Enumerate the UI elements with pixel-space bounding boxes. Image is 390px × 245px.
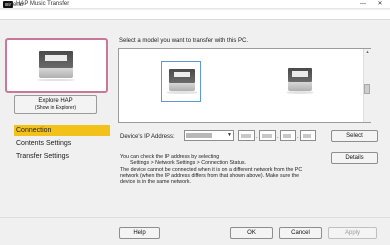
ip-address-label: Device's IP Address: bbox=[120, 134, 175, 140]
description-line-5: device is in the same network. bbox=[120, 179, 191, 185]
device-icon bbox=[167, 69, 197, 94]
instruction-text: Select a model you want to transfer with… bbox=[119, 38, 249, 44]
model-item-selected[interactable] bbox=[161, 61, 201, 102]
chevron-down-icon[interactable]: ▼ bbox=[226, 131, 233, 140]
model-list[interactable] bbox=[118, 48, 371, 123]
ip-octet-1-value bbox=[241, 134, 251, 138]
ip-address-dropdown-value bbox=[186, 133, 212, 138]
ok-button[interactable]: OK bbox=[230, 227, 273, 239]
device-preview-card bbox=[5, 38, 108, 93]
ip-separator: . bbox=[277, 134, 279, 140]
scroll-thumb[interactable] bbox=[364, 84, 370, 94]
explore-hap-label: Explore HAP bbox=[38, 98, 73, 104]
help-button[interactable]: Help bbox=[119, 227, 160, 239]
model-item[interactable] bbox=[279, 61, 319, 102]
menu-button[interactable]: Menu bbox=[8, 1, 23, 9]
details-button[interactable]: Details bbox=[331, 152, 378, 164]
ip-octet-3-value bbox=[283, 134, 291, 138]
nav-item-contents-settings[interactable]: Contents Settings bbox=[14, 138, 110, 149]
menu-bar bbox=[0, 10, 390, 20]
scroll-up-icon[interactable]: ▲ bbox=[364, 49, 371, 55]
explore-hap-sublabel: (Show in Explorer) bbox=[34, 105, 77, 111]
device-icon bbox=[286, 68, 314, 94]
description-line-2: Settings > Network Settings > Connection… bbox=[130, 160, 247, 166]
window-title: HAP Music Transfer bbox=[16, 1, 70, 7]
explore-hap-button[interactable]: Explore HAP (Show in Explorer) bbox=[14, 95, 97, 114]
ip-separator: . bbox=[256, 134, 258, 140]
cancel-button[interactable]: Cancel bbox=[279, 227, 322, 239]
select-button[interactable]: Select bbox=[331, 130, 378, 142]
nav-item-transfer-settings[interactable]: Transfer Settings bbox=[14, 151, 110, 162]
ip-separator: . bbox=[297, 134, 299, 140]
close-button[interactable]: ✕ bbox=[374, 0, 386, 9]
ip-octet-2-value bbox=[262, 134, 272, 138]
minimize-button[interactable]: — bbox=[357, 0, 369, 9]
device-preview-icon bbox=[36, 51, 76, 82]
nav-item-connection[interactable]: Connection bbox=[14, 125, 110, 136]
apply-button[interactable]: Apply bbox=[328, 227, 377, 239]
ip-octet-4-value bbox=[303, 134, 311, 138]
